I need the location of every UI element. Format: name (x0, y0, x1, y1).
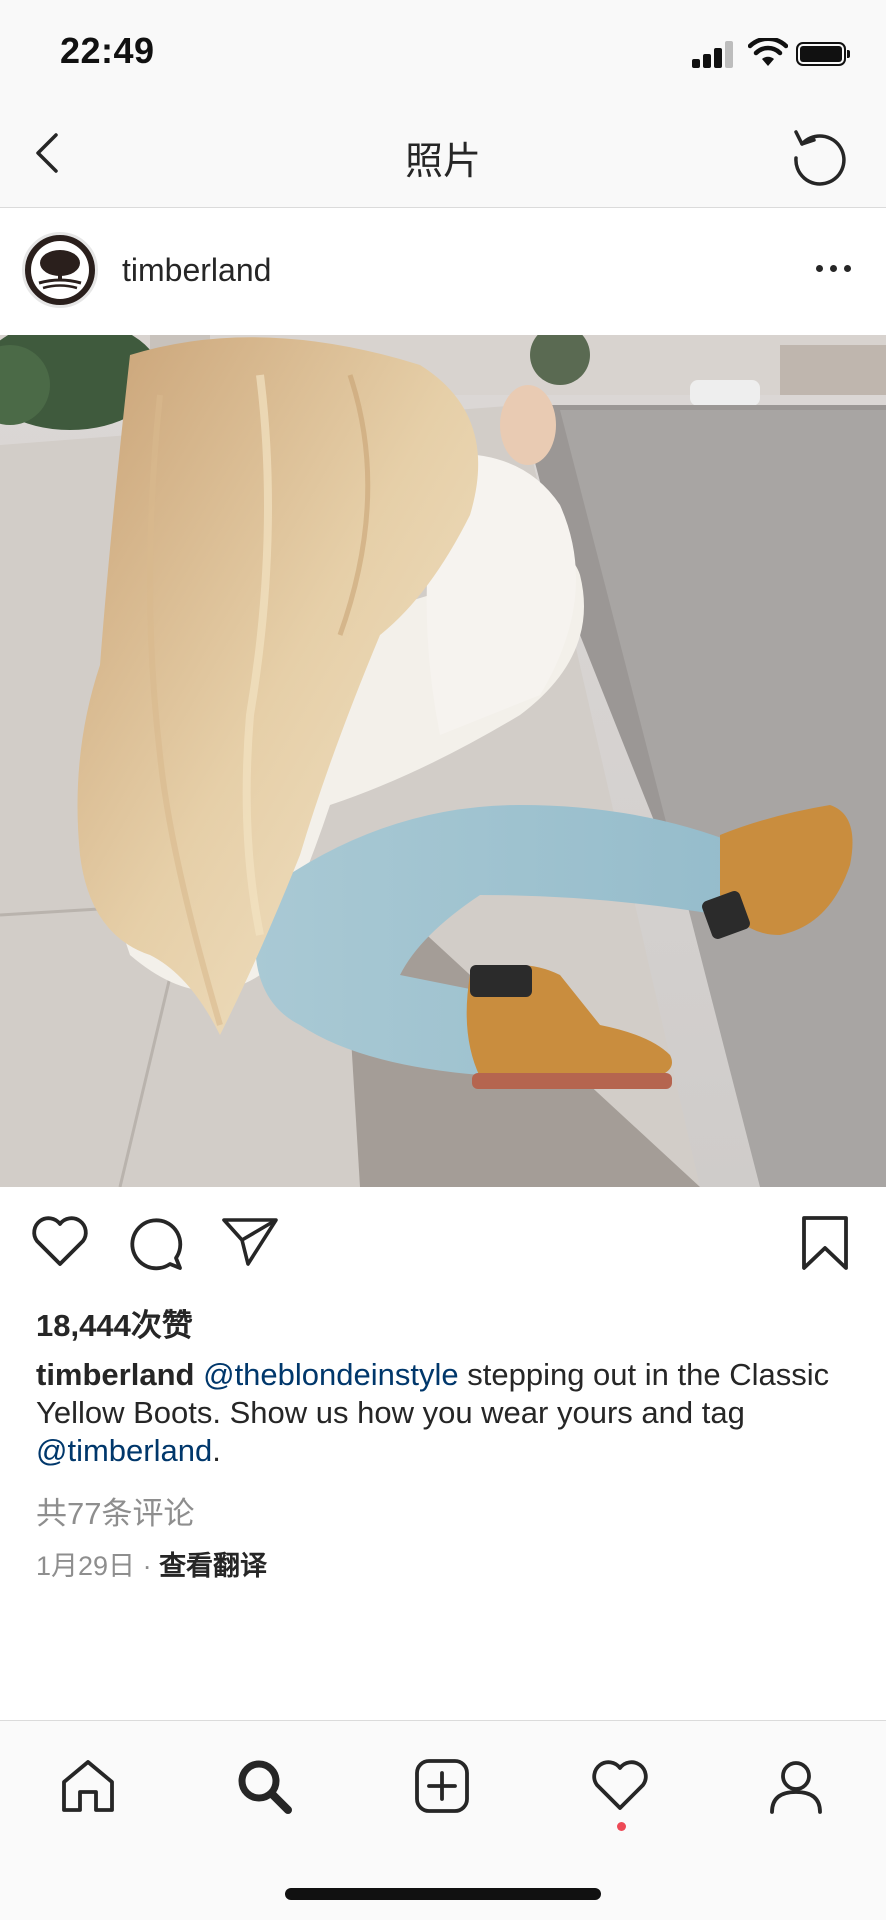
caption-mention[interactable]: @timberland (36, 1433, 212, 1468)
like-count[interactable]: 18,444次赞 (36, 1300, 193, 1345)
post-username[interactable]: timberland (122, 252, 271, 289)
view-comments-link[interactable]: 共77条评论 (36, 1488, 194, 1533)
home-icon[interactable] (58, 1756, 118, 1816)
battery-icon (796, 42, 850, 66)
activity-heart-icon[interactable] (590, 1756, 650, 1816)
add-post-icon[interactable] (412, 1756, 472, 1816)
wifi-icon (748, 38, 788, 66)
profile-icon[interactable] (766, 1756, 826, 1816)
avatar[interactable] (22, 232, 98, 308)
post-photo-image (0, 335, 886, 1187)
timberland-tree-logo-icon (38, 250, 82, 290)
caption-text-end: . (212, 1433, 221, 1468)
translate-link[interactable]: 查看翻译 (159, 1551, 267, 1581)
caption-mention[interactable]: @theblondeinstyle (203, 1357, 459, 1392)
cellular-signal-icon (692, 40, 736, 68)
comment-bubble-icon[interactable] (126, 1214, 184, 1272)
more-options-icon[interactable] (814, 262, 854, 276)
notification-dot (617, 1822, 626, 1831)
caption-username[interactable]: timberland (36, 1357, 194, 1392)
bookmark-icon[interactable] (800, 1214, 850, 1272)
page-title: 照片 (404, 141, 481, 183)
search-icon[interactable] (234, 1756, 294, 1816)
heart-icon[interactable] (30, 1214, 90, 1268)
post-caption: timberland @theblondeinstyle stepping ou… (36, 1356, 856, 1470)
post-photo[interactable] (0, 335, 886, 1187)
status-time: 22:49 (60, 30, 155, 71)
home-indicator[interactable] (285, 1888, 601, 1900)
post-meta: 1月29日 · 查看翻译 (36, 1544, 267, 1583)
paper-plane-icon[interactable] (220, 1214, 280, 1268)
meta-separator: · (135, 1551, 160, 1581)
refresh-icon[interactable] (788, 124, 850, 186)
post-date: 1月29日 (36, 1551, 136, 1581)
